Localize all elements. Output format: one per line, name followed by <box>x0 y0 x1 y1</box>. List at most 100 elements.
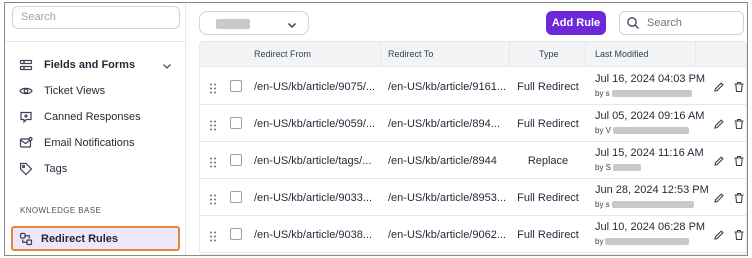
sidebar-search-input[interactable]: Search <box>12 6 180 29</box>
column-header-type[interactable]: Type <box>539 42 559 67</box>
chevron-down-icon <box>286 18 298 30</box>
type-cell: Full Redirect <box>517 80 579 93</box>
modified-by-prefix: by s <box>595 89 610 98</box>
modified-by-prefix: by V <box>595 126 612 135</box>
canned-response-icon <box>19 110 33 124</box>
delete-icon[interactable] <box>733 117 745 130</box>
app-frame: Search Fields and Forms Ticket Views Can… <box>4 2 748 256</box>
add-rule-button[interactable]: Add Rule <box>546 11 606 35</box>
sidebar: Search Fields and Forms Ticket Views Can… <box>5 3 186 255</box>
sidebar-item-label: Fields and Forms <box>44 59 136 71</box>
drag-handle-icon[interactable] <box>209 155 217 168</box>
drag-handle-icon[interactable] <box>209 81 217 94</box>
blurred-user-name <box>605 238 690 245</box>
table-row[interactable]: /en-US/kb/article/9059/... /en-US/kb/art… <box>200 105 746 142</box>
table-header: Redirect From Redirect To Type Last Modi… <box>200 42 746 67</box>
blurred-user-name <box>611 90 692 97</box>
redirect-to-cell: /en-US/kb/article/8953... <box>388 191 507 204</box>
redirect-to-cell: /en-US/kb/article/894... <box>388 117 500 130</box>
last-modified-date: Jul 16, 2024 04:03 PM <box>595 73 706 85</box>
delete-icon[interactable] <box>733 191 745 204</box>
type-cell: Full Redirect <box>517 191 579 204</box>
blurred-selected-value <box>216 19 250 29</box>
type-cell: Full Redirect <box>517 228 579 241</box>
redirect-from-cell: /en-US/kb/article/9059/... <box>254 117 376 130</box>
row-checkbox[interactable] <box>230 191 242 203</box>
eye-icon <box>19 84 33 98</box>
edit-icon[interactable] <box>713 80 725 92</box>
table-row[interactable]: /en-US/kb/article/tags/... /en-US/kb/art… <box>200 142 746 179</box>
drag-handle-icon[interactable] <box>209 118 217 131</box>
form-fields-icon <box>19 58 33 72</box>
redirect-from-cell: /en-US/kb/article/9033... <box>254 191 373 204</box>
modified-by-prefix: by s <box>595 200 610 209</box>
tag-icon <box>19 162 33 176</box>
search-input[interactable] <box>647 17 737 29</box>
sidebar-item-email-notifications[interactable]: Email Notifications <box>19 133 134 153</box>
redirect-from-cell: /en-US/kb/article/9038... <box>254 228 373 241</box>
sidebar-item-label: Redirect Rules <box>41 233 119 245</box>
rule-search-box[interactable] <box>619 11 744 35</box>
search-icon <box>626 16 640 30</box>
blurred-user-name <box>611 201 694 208</box>
redirect-from-cell: /en-US/kb/article/tags/... <box>254 154 372 167</box>
sidebar-item-label: Email Notifications <box>44 137 135 149</box>
email-notification-icon <box>19 136 33 150</box>
column-header-last-modified[interactable]: Last Modified <box>595 42 649 67</box>
row-checkbox[interactable] <box>230 154 242 166</box>
table-row[interactable]: /en-US/kb/article/9075/... /en-US/kb/art… <box>200 68 746 105</box>
modified-by: by V <box>595 126 690 135</box>
modified-by: by s <box>595 200 694 209</box>
row-checkbox[interactable] <box>230 117 242 129</box>
filter-select[interactable] <box>199 11 309 35</box>
sidebar-item-label: Tags <box>44 163 68 175</box>
drag-handle-icon[interactable] <box>209 229 217 242</box>
redirect-from-cell: /en-US/kb/article/9075/... <box>254 80 376 93</box>
row-checkbox[interactable] <box>230 80 242 92</box>
blurred-user-name <box>613 127 690 134</box>
redirect-to-cell: /en-US/kb/article/9062... <box>388 228 507 241</box>
type-cell: Full Redirect <box>517 117 579 130</box>
redirect-to-cell: /en-US/kb/article/8944 <box>388 154 497 167</box>
redirect-to-cell: /en-US/kb/article/9161... <box>388 80 507 93</box>
sidebar-item-label: Ticket Views <box>44 85 106 97</box>
sidebar-item-fields-and-forms[interactable]: Fields and Forms <box>19 55 135 75</box>
edit-icon[interactable] <box>713 117 725 129</box>
last-modified-date: Jul 05, 2024 09:16 AM <box>595 110 705 122</box>
delete-icon[interactable] <box>733 228 745 241</box>
last-modified-date: Jul 15, 2024 11:16 AM <box>595 147 704 159</box>
column-divider <box>695 42 696 67</box>
last-modified-date: Jun 28, 2024 12:53 PM <box>595 184 709 196</box>
sidebar-divider <box>5 41 185 42</box>
sidebar-item-canned-responses[interactable]: Canned Responses <box>19 107 141 127</box>
modified-by: by S <box>595 163 642 172</box>
modified-by-prefix: by S <box>595 163 612 172</box>
sidebar-item-label: Canned Responses <box>44 111 141 123</box>
edit-icon[interactable] <box>713 228 725 240</box>
edit-icon[interactable] <box>713 154 725 166</box>
knowledge-base-section-label: KNOWLEDGE BASE <box>20 206 102 215</box>
column-header-redirect-to[interactable]: Redirect To <box>388 42 433 67</box>
drag-handle-icon[interactable] <box>209 192 217 205</box>
redirect-rules-table: Redirect From Redirect To Type Last Modi… <box>199 41 747 255</box>
modified-by-prefix: by <box>595 237 604 246</box>
chevron-down-icon[interactable] <box>161 59 173 71</box>
table-row[interactable]: /en-US/kb/article/9038... /en-US/kb/arti… <box>200 216 746 253</box>
sidebar-item-redirect-rules[interactable]: Redirect Rules <box>11 226 180 251</box>
row-checkbox[interactable] <box>230 228 242 240</box>
column-header-redirect-from[interactable]: Redirect From <box>254 42 311 67</box>
delete-icon[interactable] <box>733 80 745 93</box>
edit-icon[interactable] <box>713 191 725 203</box>
modified-by: by s <box>595 89 692 98</box>
last-modified-date: Jul 10, 2024 06:28 PM <box>595 221 706 233</box>
table-row[interactable]: /en-US/kb/article/9033... /en-US/kb/arti… <box>200 179 746 216</box>
column-divider <box>585 42 586 67</box>
sidebar-item-tags[interactable]: Tags <box>19 159 67 179</box>
sidebar-item-ticket-views[interactable]: Ticket Views <box>19 81 105 101</box>
type-cell: Replace <box>527 154 569 167</box>
column-divider <box>380 42 381 67</box>
redirect-rules-icon <box>19 232 33 246</box>
modified-by: by <box>595 237 690 246</box>
blurred-user-name <box>613 164 642 171</box>
delete-icon[interactable] <box>733 154 745 167</box>
